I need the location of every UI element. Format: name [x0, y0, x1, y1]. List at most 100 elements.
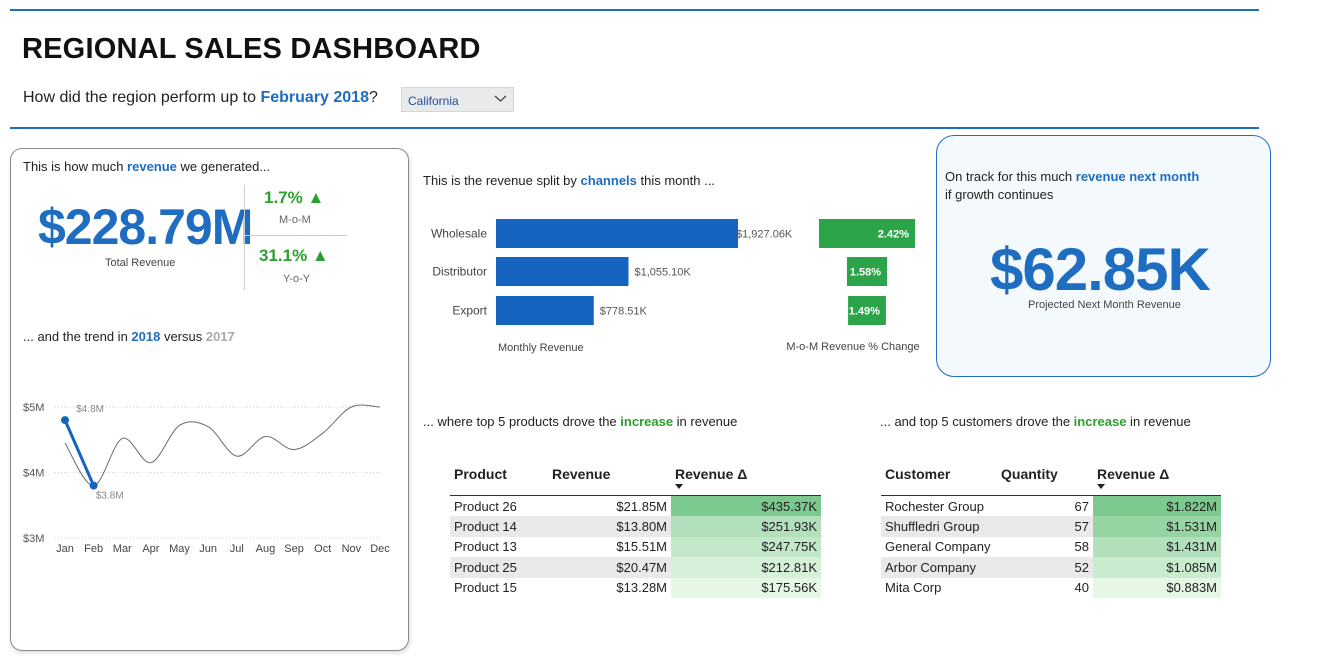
col-header-revenue-delta[interactable]: Revenue Δ — [1093, 466, 1221, 496]
table-cell: $20.47M — [548, 557, 671, 578]
table-row[interactable]: Product 14 $13.80M $251.93K — [450, 516, 821, 537]
channel-revenue-bar[interactable] — [496, 257, 629, 286]
question-suffix: ? — [368, 89, 378, 106]
region-dropdown-value: California — [408, 94, 459, 108]
table-cell: Product 15 — [454, 580, 517, 596]
customers-table: Customer Quantity Revenue Δ Rochester Gr… — [881, 466, 1221, 598]
mom-label: M-o-M — [279, 214, 311, 226]
table-cell: $1.531M — [1093, 516, 1221, 537]
channels-intro-suffix: this month ... — [636, 173, 715, 188]
channel-revenue-chart: Wholesale $1,927.06K Distributor $1,055.10K… — [431, 219, 920, 354]
table-row[interactable]: Arbor Company 52 $1.085M — [881, 557, 1221, 578]
revenue-intro: This is how much revenue we generated... — [23, 159, 270, 174]
table-cell: 67 — [1074, 498, 1089, 514]
col-header-revenue-delta[interactable]: Revenue Δ — [671, 466, 821, 496]
customers-intro-highlight: increase — [1073, 414, 1127, 429]
table-cell: $0.883M — [1093, 577, 1221, 598]
chevron-down-icon — [494, 95, 507, 102]
projection-intro-prefix: On track for this much — [945, 169, 1076, 184]
col-header-customer[interactable]: Customer — [881, 466, 997, 496]
series-point-2018[interactable] — [61, 416, 69, 425]
table-row[interactable]: Product 13 $15.51M $247.75K — [450, 536, 821, 557]
x-tick-label: Sep — [284, 543, 304, 555]
col-header-revenue-label: Revenue — [552, 466, 611, 482]
table-cell: Mita Corp — [885, 580, 942, 596]
table-row[interactable]: Rochester Group 67 $1.822M — [881, 495, 1221, 516]
products-intro-suffix: in revenue — [673, 414, 738, 429]
table-cell: $13.80M — [548, 516, 671, 537]
x-tick-label: Apr — [142, 543, 159, 555]
yoy-value: 31.1% ▲ — [259, 246, 329, 265]
revenue-intro-prefix: This is how much — [23, 159, 128, 174]
top-rule — [10, 9, 1259, 11]
projected-revenue-label: Projected Next Month Revenue — [1028, 299, 1181, 311]
col-header-revenue-delta-label: Revenue Δ — [1097, 466, 1170, 482]
x-tick-label: Feb — [84, 543, 103, 555]
channel-revenue-value-label: $1,927.06K — [736, 229, 793, 241]
products-intro-highlight: increase — [620, 414, 674, 429]
kpi-divider-vertical — [244, 185, 245, 290]
table-cell: $175.56K — [671, 577, 821, 598]
mom-value: 1.7% ▲ — [264, 188, 325, 207]
channel-revenue-value-label: $778.51K — [600, 306, 648, 318]
channel-revenue-bar[interactable] — [496, 296, 594, 325]
table-header-row: Customer Quantity Revenue Δ — [881, 466, 1221, 496]
y-tick-label: $3M — [23, 533, 44, 545]
x-tick-label: Aug — [256, 543, 276, 555]
table-cell: 52 — [997, 557, 1093, 578]
question-text: How did the region perform up to Februar… — [23, 89, 378, 107]
col-header-revenue-delta-label: Revenue Δ — [675, 466, 748, 482]
col-header-quantity-label: Quantity — [1001, 466, 1058, 482]
series-point-2018[interactable] — [89, 481, 98, 490]
page-title: REGIONAL SALES DASHBOARD — [22, 33, 481, 65]
col-header-customer-label: Customer — [885, 466, 951, 482]
channel-category-label: Wholesale — [431, 227, 487, 241]
channel-revenue-axis-label: Monthly Revenue — [498, 342, 584, 354]
table-cell: $1.822M — [1093, 495, 1221, 516]
projection-intro-line2: if growth continues — [945, 187, 1054, 202]
channel-mom-change-label: 2.42% — [878, 229, 909, 241]
table-cell: Product 13 — [454, 539, 517, 555]
table-row[interactable]: General Company 58 $1.431M — [881, 536, 1221, 557]
channels-intro-prefix: This is the revenue split by — [423, 173, 581, 188]
channels-intro: This is the revenue split by channels th… — [423, 173, 715, 188]
table-row[interactable]: Product 26 $21.85M $435.37K — [450, 495, 821, 516]
channel-revenue-value-label: $1,055.10K — [634, 267, 691, 279]
projection-intro: On track for this much revenue next mont… — [945, 168, 1199, 204]
x-tick-label: Nov — [342, 543, 362, 555]
col-header-product[interactable]: Product — [450, 466, 548, 496]
table-cell: $1.431M — [1093, 536, 1221, 557]
sort-desc-icon[interactable] — [1097, 484, 1105, 489]
x-tick-label: May — [169, 543, 190, 555]
table-cell: $212.81K — [671, 557, 821, 578]
table-cell: $247.75K — [671, 536, 821, 557]
sort-desc-icon[interactable] — [675, 484, 683, 489]
table-row[interactable]: Shuffledri Group 57 $1.531M — [881, 516, 1221, 537]
table-row[interactable]: Product 25 $20.47M $212.81K — [450, 557, 821, 578]
channel-revenue-bar[interactable] — [496, 219, 738, 248]
channel-mom-change-label: 1.58% — [850, 267, 881, 279]
trend-intro-prefix: ... and the trend in — [23, 329, 132, 344]
col-header-revenue[interactable]: Revenue — [548, 466, 671, 496]
table-cell: 58 — [1074, 539, 1089, 555]
col-header-quantity[interactable]: Quantity — [997, 466, 1093, 496]
x-tick-label: Oct — [314, 543, 331, 555]
channels-intro-highlight: channels — [580, 173, 637, 188]
table-row[interactable]: Mita Corp 40 $0.883M — [881, 577, 1221, 598]
data-point-label: $4.8M — [76, 404, 104, 415]
total-revenue-label: Total Revenue — [105, 257, 176, 269]
channel-mom-axis-label: M-o-M Revenue % Change — [786, 341, 919, 353]
table-cell: Shuffledri Group — [881, 516, 997, 537]
series-line-2018[interactable] — [63, 419, 96, 487]
projected-revenue-value: $62.85K — [990, 236, 1211, 303]
region-dropdown[interactable]: California — [401, 87, 514, 112]
table-row[interactable]: Product 15 $13.28M $175.56K — [450, 577, 821, 598]
series-line-2017[interactable] — [64, 404, 381, 487]
table-cell: 40 — [1074, 580, 1089, 596]
customers-intro: ... and top 5 customers drove the increa… — [880, 414, 1191, 429]
table-cell: $1.085M — [1093, 557, 1221, 578]
channel-category-label: Export — [452, 304, 487, 318]
trend-year-prior: 2017 — [205, 329, 235, 344]
total-revenue-value: $228.79M — [38, 199, 253, 255]
products-intro: ... where top 5 products drove the incre… — [423, 414, 737, 429]
